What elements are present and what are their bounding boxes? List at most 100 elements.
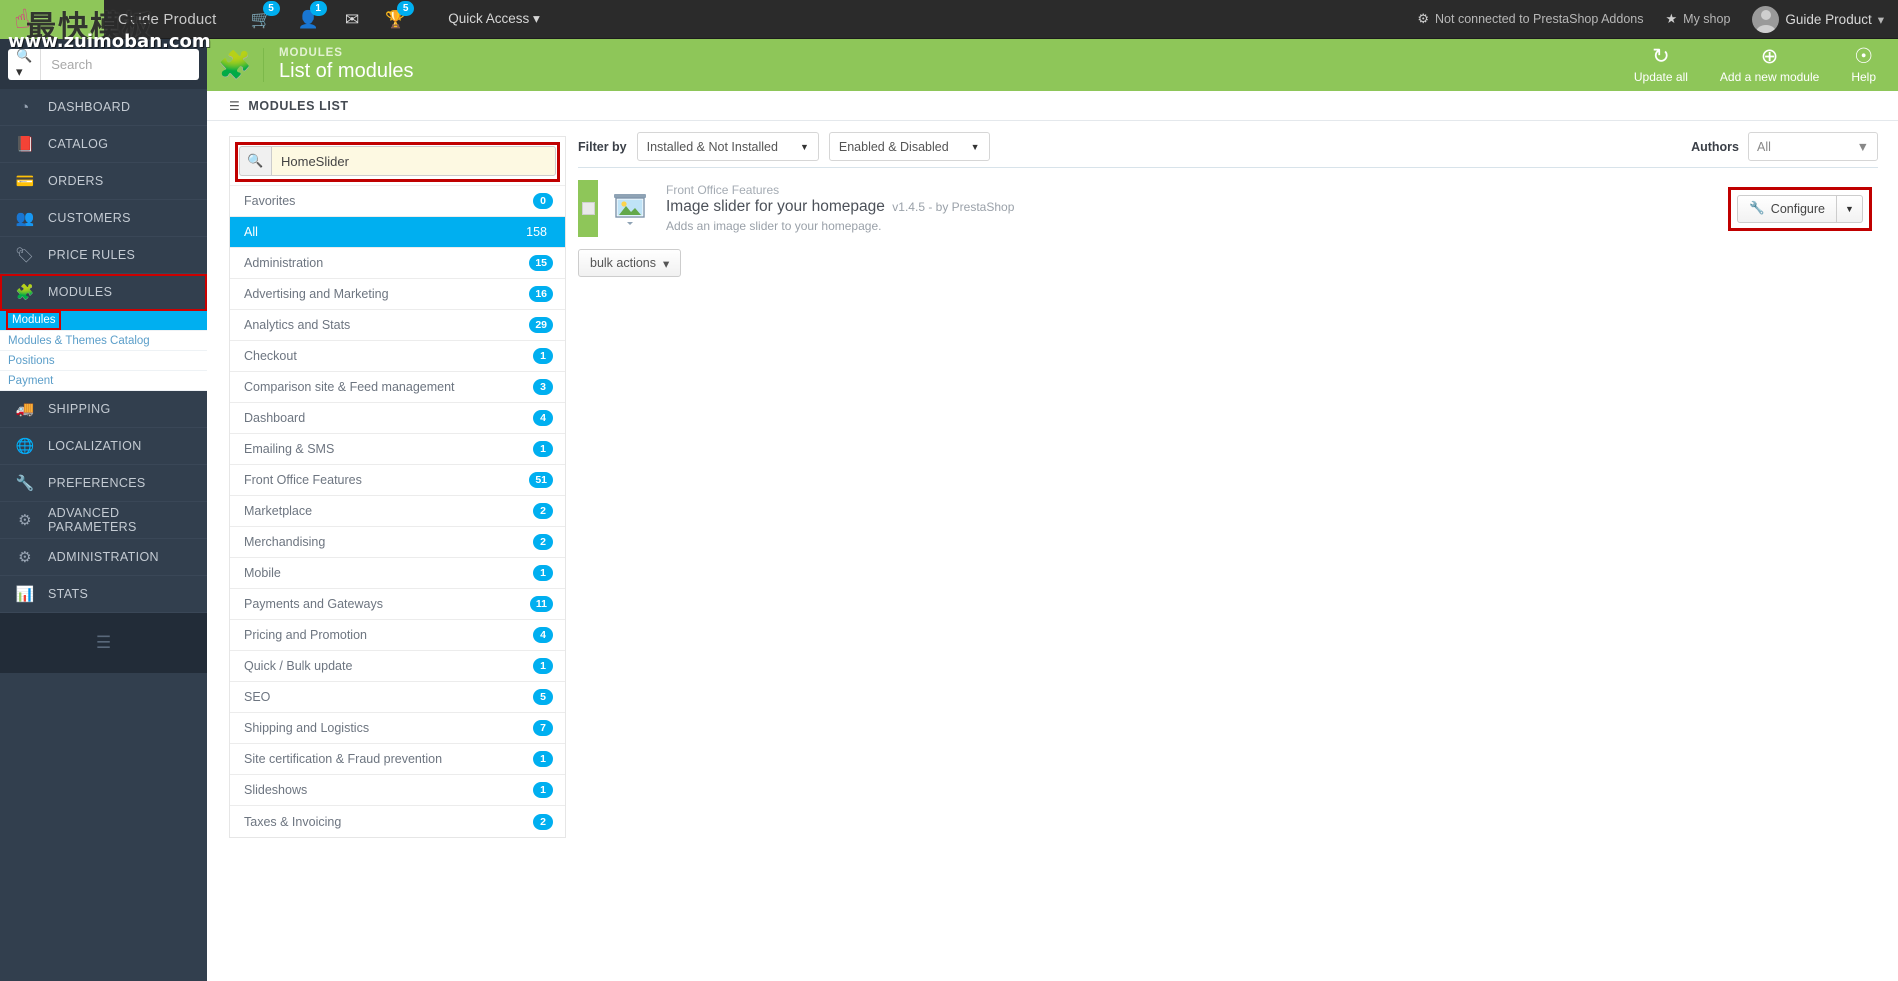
module-search-input[interactable] <box>271 146 556 176</box>
module-category-row[interactable]: Front Office Features 51 <box>230 465 565 496</box>
shop-logo[interactable]: ☝ <box>0 0 104 39</box>
chevron-down-icon: ▼ <box>1845 203 1854 214</box>
gears-icon: ⚙ <box>18 512 32 529</box>
module-category-row[interactable]: Pricing and Promotion 4 <box>230 620 565 651</box>
sidebar-item-customers[interactable]: 👥 CUSTOMERS <box>0 200 207 237</box>
top-bar-left: ☝ Guide Product 🛒 5 👤 1 ✉ 🏆 5 Quick Acce… <box>0 0 540 39</box>
filter-install-state-select[interactable]: Installed & Not Installed ▼ <box>636 132 819 161</box>
bulk-actions-label: bulk actions <box>590 256 657 270</box>
sidebar-item-stats[interactable]: 📊 STATS <box>0 576 207 613</box>
module-category-row[interactable]: Comparison site & Feed management 3 <box>230 372 565 403</box>
filter-bar: Filter by Installed & Not Installed ▼ En… <box>578 132 1878 168</box>
module-select-checkbox[interactable] <box>581 202 595 215</box>
sidebar-item-administration[interactable]: ⚙ ADMINISTRATION <box>0 539 207 576</box>
module-category-row[interactable]: Favorites 0 <box>230 186 565 217</box>
sidebar-item-modules[interactable]: 🧩 MODULES <box>0 274 207 311</box>
sidebar-search-container: 🔍 ▾ <box>0 39 207 89</box>
help-button[interactable]: ☉ Help <box>1835 44 1892 86</box>
sidebar-item-localization[interactable]: 🌐 LOCALIZATION <box>0 428 207 465</box>
sidebar-subitem-label: Positions <box>8 354 55 367</box>
module-category-label: Front Office Features <box>666 183 780 197</box>
plus-icon: ⊕ <box>1760 45 1779 68</box>
sidebar-subitem-payment[interactable]: Payment <box>0 371 207 391</box>
sidebar-subitem-modules[interactable]: Modules <box>0 311 207 331</box>
module-search[interactable]: 🔍 <box>239 146 556 176</box>
filter-enable-state-select[interactable]: Enabled & Disabled ▼ <box>828 132 990 161</box>
module-category-label: Analytics and Stats <box>244 318 351 332</box>
sidebar-item-preferences[interactable]: 🔧 PREFERENCES <box>0 465 207 502</box>
module-category-row[interactable]: Checkout 1 <box>230 341 565 372</box>
sidebar-submenu-modules: Modules Modules & Themes Catalog Positio… <box>0 311 207 391</box>
module-category-label: Pricing and Promotion <box>244 628 367 642</box>
module-category-row[interactable]: Dashboard 4 <box>230 403 565 434</box>
module-category-row[interactable]: Marketplace 2 <box>230 496 565 527</box>
envelope-icon[interactable]: ✉ <box>345 11 359 28</box>
user-menu[interactable]: Guide Product ▾ <box>1752 5 1884 33</box>
cart-icon[interactable]: 🛒 5 <box>251 0 280 28</box>
sidebar-item-catalog[interactable]: 📕 CATALOG <box>0 126 207 163</box>
module-category-count-badge: 1 <box>533 782 553 798</box>
customer-icon[interactable]: 👤 1 <box>298 0 327 28</box>
configure-button[interactable]: 🔧 Configure <box>1737 194 1837 223</box>
module-category-row[interactable]: Mobile 1 <box>230 558 565 589</box>
sidebar-item-orders[interactable]: 💳 ORDERS <box>0 163 207 200</box>
customer-badge: 1 <box>309 0 327 16</box>
quick-access-menu[interactable]: Quick Access ▾ <box>448 11 540 27</box>
people-icon: 👥 <box>15 210 35 227</box>
module-category-row[interactable]: Emailing & SMS 1 <box>230 434 565 465</box>
module-category-row[interactable]: Slideshows 1 <box>230 775 565 806</box>
sidebar-item-price-rules[interactable]: 🏷 PRICE RULES <box>0 237 207 274</box>
add-new-module-button[interactable]: ⊕ Add a new module <box>1704 44 1835 86</box>
sidebar-item-label: PRICE RULES <box>48 248 136 262</box>
module-category-count-badge: 15 <box>529 255 553 271</box>
authors-select[interactable]: All ▼ <box>1748 132 1878 161</box>
module-category-row[interactable]: Advertising and Marketing 16 <box>230 279 565 310</box>
module-category-count-badge: 2 <box>533 534 553 550</box>
cart-badge: 5 <box>262 0 280 16</box>
main-content: ☰ MODULES LIST 🔍 Favorites 0 All 158 Adminis… <box>207 91 1898 981</box>
table-row[interactable]: Front Office Features Image slider for y… <box>578 180 1878 237</box>
sidebar-item-dashboard[interactable]: ◔ DASHBOARD <box>0 89 207 126</box>
addons-connection-status[interactable]: ⚙ Not connected to PrestaShop Addons <box>1417 11 1643 27</box>
module-category-row[interactable]: Taxes & Invoicing 2 <box>230 806 565 837</box>
module-category-row[interactable]: Payments and Gateways 11 <box>230 589 565 620</box>
module-category-label: Front Office Features <box>244 473 362 487</box>
module-category-row[interactable]: Analytics and Stats 29 <box>230 310 565 341</box>
trophy-icon[interactable]: 🏆 5 <box>385 0 415 28</box>
sidebar-item-label: CUSTOMERS <box>48 211 131 225</box>
bulk-actions-button[interactable]: bulk actions ▾ <box>578 249 682 277</box>
module-category-row[interactable]: Merchandising 2 <box>230 527 565 558</box>
my-shop-link[interactable]: ★ My shop <box>1666 11 1731 27</box>
update-all-button[interactable]: ↻ Update all <box>1618 44 1704 86</box>
list-icon: ☰ <box>229 98 241 113</box>
module-category-label: Payments and Gateways <box>244 597 383 611</box>
magnifier-icon[interactable]: 🔍 <box>239 146 271 176</box>
module-category-label: Comparison site & Feed management <box>244 380 455 394</box>
sidebar-search[interactable]: 🔍 ▾ <box>8 48 199 80</box>
module-category-row[interactable]: Shipping and Logistics 7 <box>230 713 565 744</box>
envelope-glyph: ✉ <box>344 9 360 29</box>
gear-icon: ⚙ <box>18 549 32 566</box>
hamburger-icon[interactable]: ☰ <box>96 633 111 653</box>
sidebar-subitem-label: Payment <box>8 374 54 387</box>
sidebar-item-advanced-parameters[interactable]: ⚙ ADVANCED PARAMETERS <box>0 502 207 539</box>
filter-install-state-value: Installed & Not Installed <box>646 139 778 154</box>
module-category-row[interactable]: Site certification & Fraud prevention 1 <box>230 744 565 775</box>
sidebar-subitem-positions[interactable]: Positions <box>0 351 207 371</box>
module-category-count-badge: 1 <box>533 751 553 767</box>
search-icon[interactable]: 🔍 ▾ <box>8 48 42 80</box>
module-category-row[interactable]: SEO 5 <box>230 682 565 713</box>
module-category-list: Favorites 0 All 158 Administration 15 Advertis… <box>230 186 565 837</box>
module-category-row[interactable]: Quick / Bulk update 1 <box>230 651 565 682</box>
module-category-label: Marketplace <box>244 504 313 518</box>
modules-list-heading: ☰ MODULES LIST <box>207 91 1898 121</box>
sidebar: 🔍 ▾ ◔ DASHBOARD 📕 CATALOG 💳 ORDERS 👥 CUS… <box>0 39 207 981</box>
sidebar-item-label: MODULES <box>48 285 113 299</box>
configure-dropdown-toggle[interactable]: ▼ <box>1837 194 1863 223</box>
authors-filter: Authors All ▼ <box>1691 132 1878 161</box>
sidebar-item-shipping[interactable]: 🚚 SHIPPING <box>0 391 207 428</box>
sidebar-search-input[interactable] <box>41 48 199 80</box>
module-category-row[interactable]: Administration 15 <box>230 248 565 279</box>
sidebar-subitem-modules-themes-catalog[interactable]: Modules & Themes Catalog <box>0 331 207 351</box>
module-category-row[interactable]: All 158 <box>230 217 565 248</box>
